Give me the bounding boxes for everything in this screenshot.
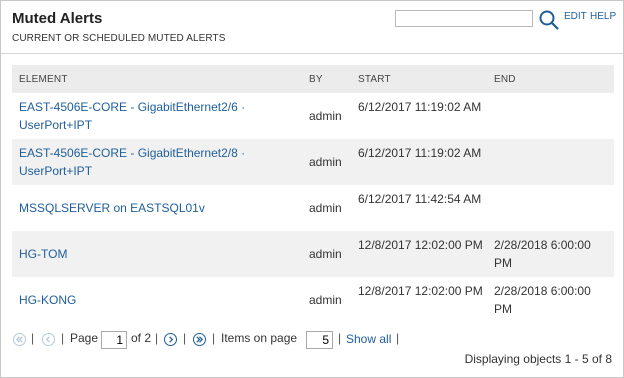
column-header-start: START: [358, 74, 391, 85]
end-time: 2/28/2018 6:00:00 PM: [494, 284, 591, 316]
element-link[interactable]: HG-TOM: [19, 245, 299, 263]
element-link[interactable]: EAST-4506E-CORE - GigabitEthernet2/6 · U…: [19, 98, 299, 134]
items-per-page-label: Items on page: [221, 331, 298, 345]
table-row: HG-KONG admin 12/8/2017 12:02:00 PM 2/28…: [12, 277, 614, 323]
magnifier-icon: [539, 10, 559, 30]
pager-separator: |: [61, 331, 65, 345]
start-time: 12/8/2017 12:02:00 PM: [358, 284, 483, 298]
table-row: MSSQLSERVER on EASTSQL01v admin 6/12/201…: [12, 185, 614, 231]
search-button[interactable]: [538, 9, 560, 31]
pagination-bar: | | Page of 2 | | | Items on page | Show…: [12, 331, 614, 349]
element-link[interactable]: EAST-4506E-CORE - GigabitEthernet2/8 · U…: [19, 144, 299, 180]
muted-by: admin: [309, 293, 342, 307]
table-row: EAST-4506E-CORE - GigabitEthernet2/8 · U…: [12, 139, 614, 185]
column-header-by: BY: [309, 74, 323, 85]
muted-alerts-widget: Muted Alerts CURRENT OR SCHEDULED MUTED …: [0, 0, 624, 378]
pager-separator: |: [155, 331, 159, 345]
pager-separator: |: [396, 331, 400, 345]
muted-by: admin: [309, 247, 342, 261]
end-time: 2/28/2018 6:00:00 PM: [494, 238, 591, 270]
start-time: 12/8/2017 12:02:00 PM: [358, 238, 483, 252]
pager-separator: |: [212, 331, 216, 345]
muted-by: admin: [309, 201, 342, 215]
last-page-icon: [196, 336, 204, 343]
page-number-input[interactable]: [101, 331, 127, 349]
page-count: of 2: [131, 331, 152, 345]
pager-separator: |: [338, 331, 342, 345]
widget-title: Muted Alerts: [12, 10, 103, 27]
edit-link[interactable]: EDIT: [564, 11, 587, 22]
table-row: HG-TOM admin 12/8/2017 12:02:00 PM 2/28/…: [12, 231, 614, 277]
muted-alerts-table: ELEMENT BY START END EAST-4506E-CORE - G…: [12, 65, 614, 323]
element-link[interactable]: HG-KONG: [19, 291, 299, 309]
previous-page-button[interactable]: [42, 333, 55, 346]
widget-header: Muted Alerts CURRENT OR SCHEDULED MUTED …: [1, 1, 623, 54]
column-header-end: END: [494, 74, 516, 85]
start-time: 6/12/2017 11:42:54 AM: [358, 192, 482, 206]
search-input[interactable]: [395, 10, 533, 27]
element-link[interactable]: MSSQLSERVER on EASTSQL01v: [19, 199, 299, 217]
muted-by: admin: [309, 155, 342, 169]
pager-separator: |: [183, 331, 187, 345]
muted-by: admin: [309, 109, 342, 123]
last-page-button[interactable]: [193, 333, 206, 346]
start-time: 6/12/2017 11:19:02 AM: [358, 146, 482, 160]
first-page-icon: [15, 336, 23, 343]
table-row: EAST-4506E-CORE - GigabitEthernet2/6 · U…: [12, 93, 614, 139]
start-time: 6/12/2017 11:19:02 AM: [358, 100, 482, 114]
previous-page-icon: [45, 336, 50, 343]
pager-separator: |: [31, 331, 35, 345]
next-page-button[interactable]: [164, 333, 177, 346]
show-all-link[interactable]: Show all: [346, 332, 391, 346]
help-link[interactable]: HELP: [590, 11, 616, 22]
items-per-page-input[interactable]: [306, 331, 333, 349]
page-label: Page: [70, 331, 99, 345]
widget-subtitle: CURRENT OR SCHEDULED MUTED ALERTS: [12, 33, 226, 44]
status-text: Displaying objects 1 - 5 of 8: [464, 352, 612, 366]
next-page-icon: [169, 336, 174, 343]
first-page-button[interactable]: [13, 333, 26, 346]
column-header-element: ELEMENT: [19, 74, 68, 85]
table-header: ELEMENT BY START END: [12, 65, 614, 93]
